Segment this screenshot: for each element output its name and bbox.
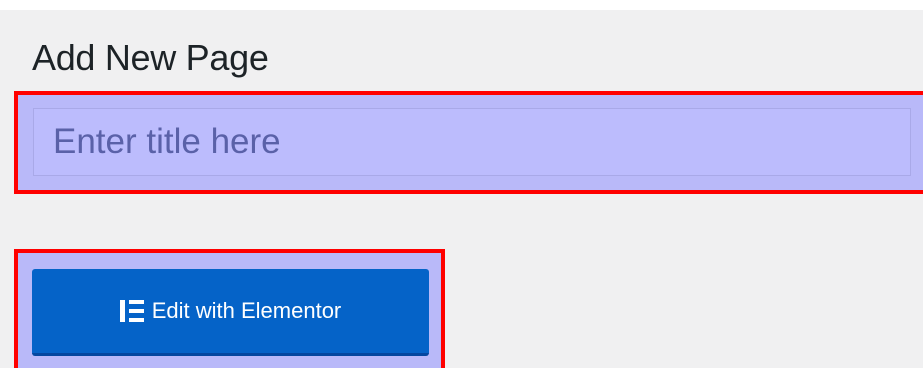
title-input[interactable]	[33, 108, 911, 176]
elementor-icon	[119, 300, 144, 322]
elementor-button-label: Edit with Elementor	[151, 298, 342, 323]
edit-with-elementor-button[interactable]: Edit with Elementor	[32, 269, 429, 356]
page-title: Add New Page	[32, 37, 269, 78]
top-strip	[0, 0, 923, 10]
